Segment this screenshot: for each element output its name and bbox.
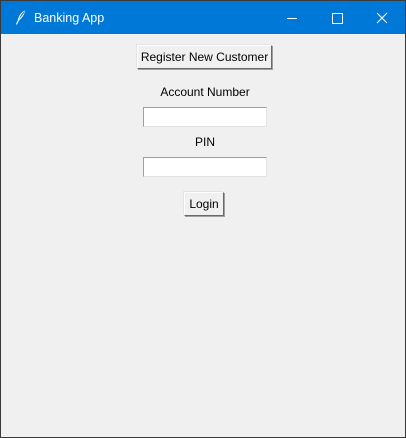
app-window: Banking App Register New Customer Accoun… <box>0 0 406 438</box>
account-number-label: Account Number <box>160 85 250 99</box>
feather-icon <box>14 9 28 25</box>
client-area: Register New Customer Account Number PIN… <box>1 34 405 437</box>
register-new-customer-button[interactable]: Register New Customer <box>137 45 272 69</box>
login-button[interactable]: Login <box>184 192 224 216</box>
maximize-button[interactable] <box>315 1 361 34</box>
minimize-icon <box>287 18 297 19</box>
account-number-input[interactable] <box>143 107 267 127</box>
window-title: Banking App <box>34 11 105 25</box>
close-button[interactable] <box>359 1 405 34</box>
title-bar[interactable]: Banking App <box>1 1 405 34</box>
pin-label: PIN <box>194 135 215 149</box>
pin-input[interactable] <box>143 157 267 177</box>
minimize-button[interactable] <box>269 1 315 34</box>
close-icon <box>376 12 388 24</box>
maximize-icon <box>332 13 343 24</box>
